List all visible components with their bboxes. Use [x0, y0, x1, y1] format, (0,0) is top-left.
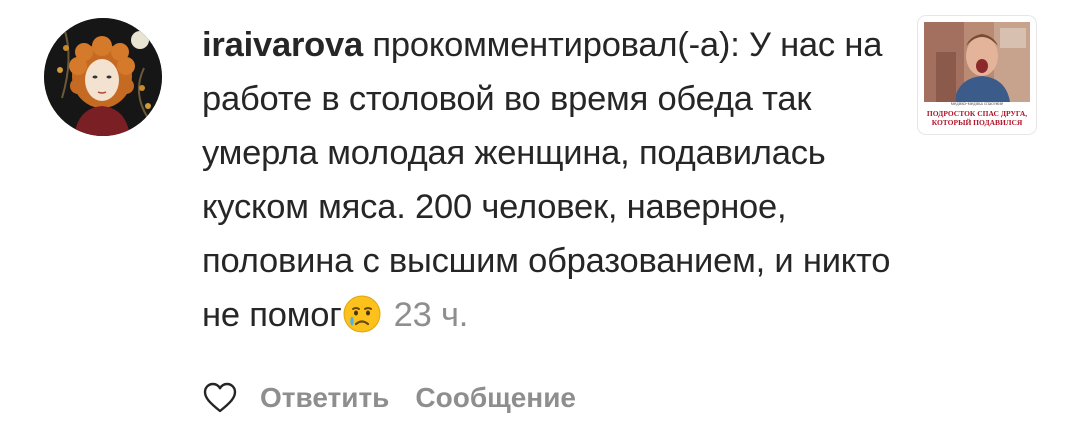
comment-text: iraivarova прокомментировал(-а): У нас н… [202, 18, 892, 342]
avatar[interactable] [44, 18, 162, 136]
thumbnail-photo [924, 22, 1030, 102]
message-button[interactable]: Сообщение [415, 382, 576, 414]
reply-button[interactable]: Ответить [260, 382, 389, 414]
thumbnail-small-caption: медико-медика спасение [950, 102, 1004, 107]
thumbnail-caption-line1: ПОДРОСТОК СПАС ДРУГА, [926, 109, 1028, 118]
comment-body: iraivarova прокомментировал(-а): У нас н… [202, 18, 892, 342]
username-link[interactable]: iraivarova [202, 26, 363, 64]
crying-face-icon [343, 295, 381, 333]
comment-actions: Ответить Сообщение [202, 376, 602, 420]
thumbnail-caption: ПОДРОСТОК СПАС ДРУГА, КОТОРЫЙ ПОДАВИЛСЯ [922, 109, 1032, 127]
post-thumbnail[interactable]: медико-медика спасение ПОДРОСТОК СПАС ДР… [918, 16, 1036, 134]
avatar-illustration [44, 18, 162, 136]
comment-item: iraivarova прокомментировал(-а): У нас н… [0, 0, 1080, 447]
comment-timestamp: 23 ч. [393, 296, 469, 334]
comment-message: прокомментировал(-а): У нас на работе в … [202, 26, 891, 334]
thumbnail-image [924, 22, 1030, 102]
thumbnail-caption-line2: КОТОРЫЙ ПОДАВИЛСЯ [931, 118, 1023, 127]
heart-outline-icon[interactable] [202, 380, 238, 416]
